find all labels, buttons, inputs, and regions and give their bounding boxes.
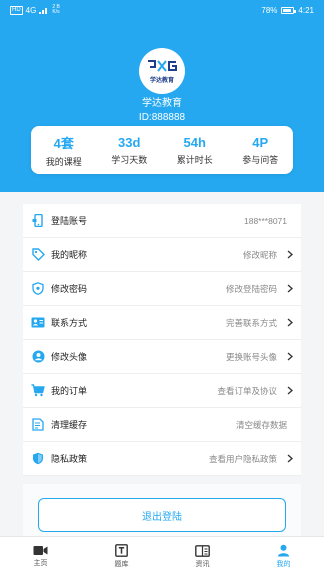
user-name: 学达教育: [142, 98, 182, 109]
stat-total-time[interactable]: 54h 累计时长: [162, 126, 228, 174]
cart-icon: [31, 384, 45, 398]
bottom-tab-bar: 主页 题库 资讯 我的: [0, 536, 324, 576]
menu-item-clear-cache[interactable]: 清理缓存 清空缓存数据: [23, 408, 301, 442]
stat-courses[interactable]: 4套 我的课程: [31, 126, 97, 174]
video-camera-icon: [33, 546, 48, 555]
logout-button[interactable]: 退出登陆: [38, 498, 286, 532]
menu-item-change-password[interactable]: 修改密码 修改登陆密码: [23, 272, 301, 306]
stat-value: 33d: [118, 134, 141, 150]
settings-menu: 登陆账号 188***8071 我的昵称 修改昵称 修改密码 修改登陆密码 联系…: [23, 204, 301, 476]
stat-label: 我的课程: [45, 156, 82, 167]
network-speed: 2 B K/s: [52, 4, 60, 15]
menu-item-orders[interactable]: 我的订单 查看订单及协议: [23, 374, 301, 408]
menu-item-avatar[interactable]: 修改头像 更换账号头像: [23, 340, 301, 374]
chevron-right-icon: [283, 284, 293, 293]
stat-value: 54h: [183, 134, 206, 150]
chevron-right-icon: [283, 352, 293, 361]
user-id: ID:888888: [138, 112, 186, 123]
person-icon: [277, 544, 290, 557]
tab-label: 我的: [276, 561, 291, 568]
menu-item-value: 更换账号头像: [225, 351, 277, 362]
contact-card-icon: [31, 316, 45, 330]
tab-home[interactable]: 主页: [0, 537, 81, 576]
menu-item-label: 修改密码: [51, 284, 88, 294]
battery-percent: 78%: [261, 5, 278, 15]
menu-item-value: 清空缓存数据: [235, 419, 287, 430]
stat-label: 学习天数: [111, 154, 148, 165]
menu-item-value: 修改昵称: [242, 249, 277, 260]
menu-item-value: 188***8071: [243, 215, 287, 226]
menu-item-value: 查看订单及协议: [217, 385, 277, 396]
stats-card: 4套 我的课程 33d 学习天数 54h 累计时长 4P 参与问答: [31, 126, 293, 174]
stat-qa[interactable]: 4P 参与问答: [228, 126, 294, 174]
question-bank-icon: [115, 544, 128, 557]
menu-item-contact[interactable]: 联系方式 完善联系方式: [23, 306, 301, 340]
menu-item-nickname[interactable]: 我的昵称 修改昵称: [23, 238, 301, 272]
hd-badge: HD: [10, 5, 23, 15]
menu-item-label: 登陆账号: [51, 216, 88, 226]
stat-label: 参与问答: [242, 154, 279, 165]
menu-item-label: 隐私政策: [51, 454, 88, 464]
avatar-icon: [31, 350, 45, 364]
tab-label: 主页: [33, 560, 48, 567]
menu-item-value: 查看用户隐私政策: [208, 453, 277, 464]
tab-mine[interactable]: 我的: [243, 537, 324, 576]
news-icon: [195, 544, 210, 557]
phone-icon: [31, 214, 45, 228]
chevron-right-icon: [283, 454, 293, 463]
stat-value: 4P: [252, 134, 269, 150]
network-indicator: 4G: [25, 5, 37, 15]
menu-item-value: 修改登陆密码: [225, 283, 277, 294]
tab-news[interactable]: 资讯: [162, 537, 243, 576]
tab-question-bank[interactable]: 题库: [81, 537, 162, 576]
shield-icon: [31, 282, 45, 296]
chevron-right-icon: [283, 318, 293, 327]
status-bar: HD 4G 2 B K/s 78% 4:21: [0, 0, 324, 20]
logo-text: 学达教育: [149, 78, 174, 84]
menu-item-value: 完善联系方式: [225, 317, 277, 328]
logo-icon: [148, 60, 177, 72]
battery-icon: [281, 6, 297, 14]
menu-item-login-account[interactable]: 登陆账号 188***8071: [23, 204, 301, 238]
avatar[interactable]: 学达教育: [139, 48, 185, 94]
stat-value: 4套: [53, 135, 74, 151]
clock: 4:21: [298, 5, 314, 15]
stat-study-days[interactable]: 33d 学习天数: [97, 126, 163, 174]
menu-item-label: 清理缓存: [51, 420, 88, 430]
chevron-right-icon: [283, 250, 293, 259]
tag-icon: [31, 248, 45, 262]
menu-item-label: 我的昵称: [51, 250, 88, 260]
tab-label: 题库: [114, 561, 129, 568]
privacy-shield-icon: [31, 452, 45, 466]
menu-item-label: 联系方式: [51, 318, 88, 328]
menu-item-privacy-policy[interactable]: 隐私政策 查看用户隐私政策: [23, 442, 301, 476]
menu-item-label: 修改头像: [51, 352, 88, 362]
tab-label: 资讯: [195, 560, 210, 568]
menu-item-label: 我的订单: [51, 386, 88, 396]
chevron-right-icon: [283, 386, 293, 395]
signal-icon: [39, 8, 48, 14]
clean-icon: [31, 418, 45, 432]
stat-label: 累计时长: [176, 154, 213, 165]
